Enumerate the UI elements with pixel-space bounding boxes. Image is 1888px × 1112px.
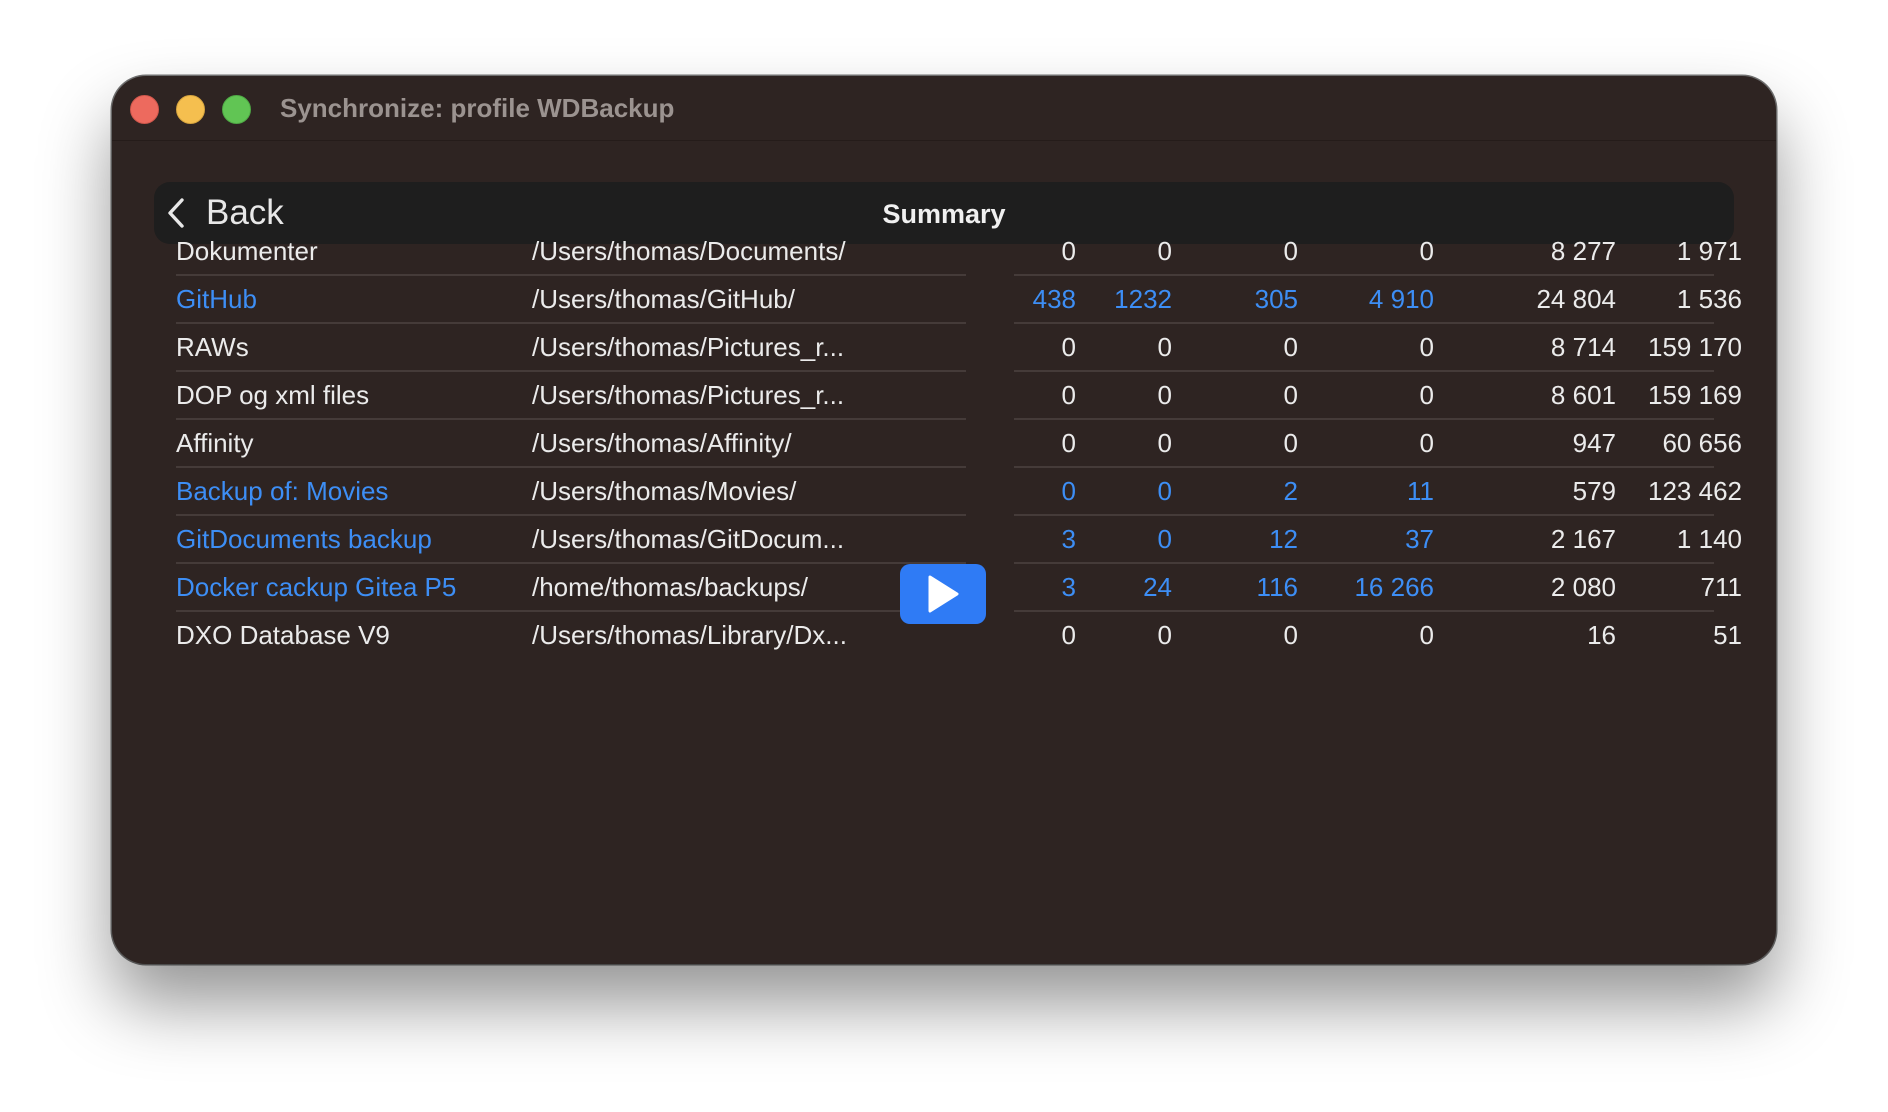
- row-count-1: 0: [1061, 620, 1076, 650]
- row-path: /Users/thomas/Pictures_r...: [532, 380, 845, 410]
- row-count-5: 2 167: [1550, 524, 1616, 554]
- row-count-1: 3: [1061, 572, 1076, 602]
- row-count-3: 0: [1283, 332, 1298, 362]
- row-count-6: 159 169: [1648, 380, 1742, 410]
- row-count-6: 1 140: [1676, 524, 1742, 554]
- row-count-3: 0: [1283, 428, 1298, 458]
- execute-button[interactable]: [900, 564, 986, 624]
- row-profile-name: Docker cackup Gitea P5: [176, 572, 457, 602]
- row-count-3: 0: [1283, 236, 1298, 266]
- row-count-3: 2: [1283, 476, 1298, 506]
- row-count-3: 12: [1269, 524, 1298, 554]
- row-count-2: 24: [1143, 572, 1172, 602]
- row-count-2: 0: [1157, 332, 1172, 362]
- row-count-4: 0: [1419, 620, 1434, 650]
- row-path: /Users/thomas/GitHub/: [532, 284, 795, 314]
- row-profile-name: DOP og xml files: [176, 380, 370, 410]
- row-path: /Users/thomas/GitDocum...: [532, 524, 845, 554]
- row-count-4: 16 266: [1354, 572, 1434, 602]
- row-count-6: 60 656: [1662, 428, 1742, 458]
- row-count-2: 0: [1157, 428, 1172, 458]
- row-profile-name: RAWs: [176, 332, 249, 362]
- row-count-1: 0: [1061, 476, 1076, 506]
- row-profile-name: DXO Database V9: [176, 620, 390, 650]
- row-count-1: 438: [1032, 284, 1076, 314]
- row-count-1: 0: [1061, 332, 1076, 362]
- table-row[interactable]: Backup of: Movies/Users/thomas/Movies/0 0…: [112, 468, 1776, 516]
- row-count-3: 0: [1283, 620, 1298, 650]
- row-count-2: 0: [1157, 524, 1172, 554]
- summary-table: Dokumenter/Users/thomas/Documents/0 0 0 0 8 …: [112, 76, 1776, 964]
- row-path: /Users/thomas/Documents/: [532, 236, 846, 266]
- row-count-6: 711: [1700, 572, 1742, 602]
- row-count-5: 24 804: [1536, 284, 1616, 314]
- row-count-2: 0: [1157, 476, 1172, 506]
- row-count-1: 0: [1061, 380, 1076, 410]
- table-row[interactable]: GitHub/Users/thomas/GitHub/438 1232 305 4 9…: [112, 276, 1776, 324]
- table-row[interactable]: GitDocuments backup/Users/thomas/GitDocu…: [112, 516, 1776, 564]
- row-path: /Users/thomas/Pictures_r...: [532, 332, 845, 362]
- row-count-5: 2 080: [1550, 572, 1616, 602]
- row-count-4: 4 910: [1368, 284, 1434, 314]
- row-count-1: 3: [1061, 524, 1076, 554]
- row-count-1: 0: [1061, 428, 1076, 458]
- row-profile-name: GitHub: [176, 284, 257, 314]
- row-count-4: 0: [1419, 428, 1434, 458]
- row-profile-name: Backup of: Movies: [176, 476, 389, 506]
- row-count-5: 947: [1572, 428, 1616, 458]
- app-window: Synchronize: profile WDBackup Back Summa…: [112, 76, 1776, 964]
- row-count-2: 0: [1157, 236, 1172, 266]
- row-count-6: 51: [1713, 620, 1742, 650]
- row-count-6: 1 971: [1676, 236, 1742, 266]
- row-count-4: 37: [1405, 524, 1434, 554]
- row-count-5: 579: [1572, 476, 1616, 506]
- row-count-4: 0: [1419, 380, 1434, 410]
- row-count-6: 1 536: [1676, 284, 1742, 314]
- row-count-4: 0: [1419, 236, 1434, 266]
- row-count-2: 0: [1157, 380, 1172, 410]
- row-count-6: 123 462: [1648, 476, 1742, 506]
- table-row[interactable]: DOP og xml files/Users/thomas/Pictures_r…: [112, 372, 1776, 420]
- row-count-5: 8 277: [1550, 236, 1616, 266]
- row-count-4: 11: [1407, 476, 1434, 506]
- row-count-3: 305: [1254, 284, 1298, 314]
- row-path: /home/thomas/backups/: [532, 572, 809, 602]
- row-count-5: 16: [1587, 620, 1616, 650]
- row-count-5: 8 714: [1550, 332, 1616, 362]
- row-count-6: 159 170: [1648, 332, 1742, 362]
- row-path: /Users/thomas/Library/Dx...: [532, 620, 847, 650]
- table-row[interactable]: Affinity/Users/thomas/Affinity/0 0 0 0 947 60…: [112, 420, 1776, 468]
- row-count-1: 0: [1061, 236, 1076, 266]
- row-count-4: 0: [1419, 332, 1434, 362]
- row-count-3: 0: [1283, 380, 1298, 410]
- row-count-5: 8 601: [1550, 380, 1616, 410]
- table-row[interactable]: Dokumenter/Users/thomas/Documents/0 0 0 0 8 …: [112, 228, 1776, 276]
- row-count-3: 116: [1256, 572, 1298, 602]
- play-icon: [928, 575, 959, 613]
- row-profile-name: GitDocuments backup: [176, 524, 432, 554]
- row-profile-name: Dokumenter: [176, 236, 318, 266]
- row-path: /Users/thomas/Affinity/: [532, 428, 792, 458]
- row-profile-name: Affinity: [176, 428, 254, 458]
- row-count-2: 1232: [1114, 284, 1172, 314]
- row-path: /Users/thomas/Movies/: [532, 476, 797, 506]
- table-row[interactable]: RAWs/Users/thomas/Pictures_r... 0 0 0 0 8 714…: [112, 324, 1776, 372]
- row-count-2: 0: [1157, 620, 1172, 650]
